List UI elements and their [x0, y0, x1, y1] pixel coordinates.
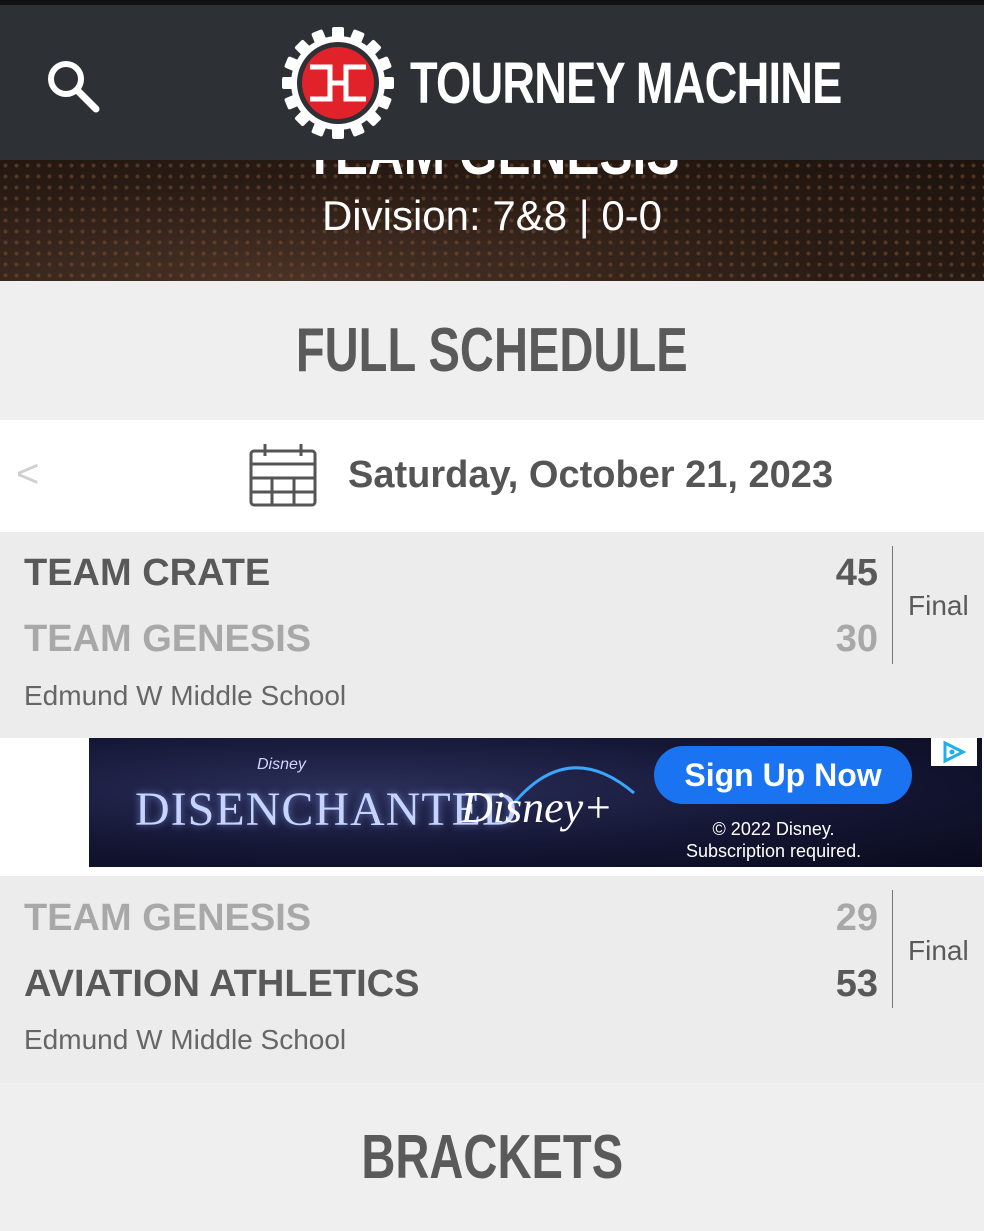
game-status: Final: [908, 935, 969, 966]
team-name-away: AVIATION ATHLETICS: [24, 963, 420, 1005]
section-title: FULL SCHEDULE: [296, 316, 688, 385]
calendar-icon[interactable]: [248, 442, 318, 508]
team-name-away: TEAM GENESIS: [24, 618, 312, 660]
top-nav-bar: TOURNEY MACHINE: [0, 0, 984, 160]
score-divider: [892, 890, 893, 1008]
team-score-home: 29: [835, 897, 878, 939]
previous-date-button[interactable]: <: [16, 452, 39, 497]
game-venue: Edmund W Middle School: [24, 680, 347, 711]
team-name-home: TEAM CRATE: [24, 552, 271, 594]
team-score-away: 30: [835, 618, 878, 660]
team-division-record: Division: 7&8 | 0-0: [321, 192, 663, 239]
team-name-home: TEAM GENESIS: [24, 897, 312, 939]
game-venue: Edmund W Middle School: [24, 1024, 347, 1055]
game-card[interactable]: TEAM CRATE 45 TEAM GENESIS 30 Final Edmu…: [0, 532, 984, 738]
team-name: TEAM GENESIS: [98, 160, 885, 189]
ad-container: Disney DISENCHANTED Disney+ Sign Up Now …: [0, 738, 984, 876]
section-title: BRACKETS: [361, 1122, 623, 1192]
team-score-away: 53: [835, 963, 878, 1005]
ad-sign-up-button[interactable]: Sign Up Now: [654, 746, 912, 804]
search-icon[interactable]: [44, 57, 102, 115]
game-status: Final: [908, 590, 969, 621]
ad-copyright: © 2022 Disney.: [712, 819, 835, 839]
brand-name: TOURNEY MACHINE: [410, 50, 842, 116]
brand-home-link[interactable]: TOURNEY MACHINE: [280, 25, 963, 141]
ad-service-logo: Disney+: [461, 783, 613, 832]
bracket-gear-logo: [282, 27, 394, 139]
ad-banner[interactable]: Disney DISENCHANTED Disney+ Sign Up Now …: [89, 738, 982, 867]
ad-choices-icon[interactable]: [931, 738, 977, 766]
ad-disclaimer: Subscription required.: [686, 841, 862, 861]
team-hero-banner: TEAM GENESIS Division: 7&8 | 0-0: [0, 160, 984, 281]
game-card[interactable]: TEAM GENESIS 29 AVIATION ATHLETICS 53 Fi…: [0, 876, 984, 1083]
full-schedule-heading: FULL SCHEDULE: [0, 281, 984, 420]
ad-fine-print: © 2022 Disney. Subscription required.: [686, 818, 861, 862]
schedule-date: Saturday, October 21, 2023: [348, 454, 834, 496]
brackets-heading[interactable]: BRACKETS: [0, 1083, 984, 1231]
score-divider: [892, 546, 893, 664]
team-score-home: 45: [835, 552, 878, 594]
ad-small-brand: Disney: [257, 756, 306, 773]
